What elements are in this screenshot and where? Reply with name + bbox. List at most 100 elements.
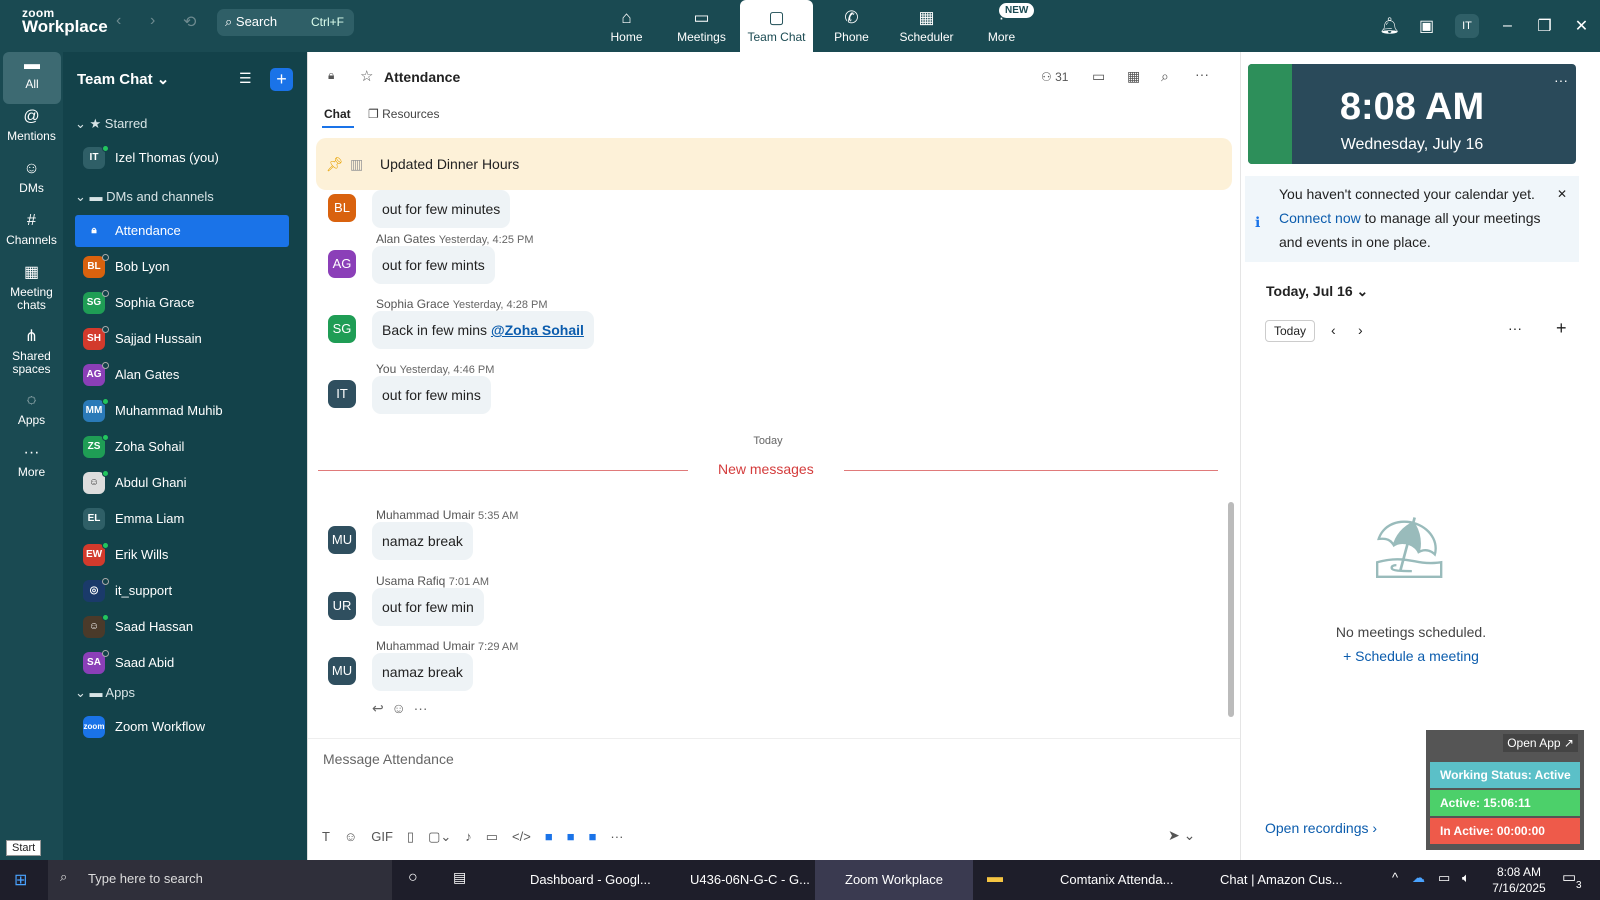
video-message-icon[interactable]: ▭ — [486, 829, 498, 845]
calendar-icon[interactable]: ▦ — [1127, 68, 1140, 85]
tray-chevron-icon[interactable]: ^ — [1392, 870, 1398, 885]
sidebar-item-izel-thomas[interactable]: IT Izel Thomas (you) — [75, 142, 289, 174]
rail-more[interactable]: ··· More — [0, 440, 63, 492]
section-starred[interactable]: ⌄ ★ Starred — [75, 116, 147, 132]
text-format-icon[interactable]: T — [322, 829, 330, 845]
more-icon[interactable]: ··· — [414, 700, 428, 716]
reply-icon[interactable]: ↩ — [372, 700, 384, 716]
widgets-icon[interactable]: ▤ — [453, 869, 466, 886]
tab-team-chat[interactable]: ▢ Team Chat — [740, 0, 813, 52]
day-selector[interactable]: Today, Jul 16 ⌄ — [1266, 283, 1368, 300]
sidebar-title[interactable]: Team Chat ⌄ — [77, 70, 169, 88]
new-chat-button[interactable]: + — [270, 68, 293, 91]
more-icon[interactable]: ··· — [1195, 66, 1209, 82]
search-box[interactable]: ⌕ Search Ctrl+F — [217, 9, 354, 36]
gif-icon[interactable]: GIF — [371, 829, 393, 845]
channel-title[interactable]: Attendance — [384, 69, 460, 85]
file-icon[interactable]: ▯ — [407, 829, 414, 845]
tab-home[interactable]: ⌂ Home — [590, 0, 663, 52]
restore-icon[interactable]: ❐ — [1526, 16, 1563, 36]
screenshot-icon[interactable]: ▢⌄ — [428, 829, 451, 845]
taskbar-app-zoom[interactable]: Zoom Workplace — [815, 860, 973, 900]
sidebar-item-sophia-grace[interactable]: SG Sophia Grace — [75, 287, 289, 319]
sidebar-item-zoha-sohail[interactable]: ZS Zoha Sohail — [75, 431, 289, 463]
taskbar-app-teams-chat[interactable]: Chat | Amazon Cus... — [1190, 860, 1343, 900]
app-icon[interactable]: ■ — [545, 829, 553, 845]
minimize-icon[interactable]: – — [1489, 17, 1526, 35]
volume-icon[interactable]: 🔈︎ — [1462, 870, 1470, 886]
app-icon[interactable]: ■ — [567, 829, 575, 845]
today-button[interactable]: Today — [1265, 320, 1316, 342]
sidebar-item-saad-abid[interactable]: SA Saad Abid — [75, 647, 289, 679]
taskbar-app-chrome-dashboard[interactable]: Dashboard - Googl... — [500, 860, 651, 900]
section-apps[interactable]: ⌄ ▬ Apps — [75, 685, 135, 701]
app-icon[interactable]: ■ — [589, 829, 597, 845]
emoji-icon[interactable]: ☺ — [344, 829, 357, 845]
more-icon[interactable]: ··· — [1554, 72, 1568, 88]
tab-meetings[interactable]: ▭ Meetings — [665, 0, 738, 52]
rail-meeting-chats[interactable]: ▦ Meeting chats — [0, 260, 63, 324]
network-icon[interactable]: ▭ — [1438, 870, 1450, 886]
more-icon[interactable]: ··· — [610, 829, 623, 845]
section-dms[interactable]: ⌄ ▬ DMs and channels — [75, 189, 214, 205]
schedule-meeting-link[interactable]: + Schedule a meeting — [1241, 648, 1581, 664]
taskbar-app-comtanix[interactable]: Comtanix Attenda... — [1030, 860, 1173, 900]
filter-icon[interactable]: ☰ — [239, 70, 252, 87]
taskbar-search[interactable]: ⌕ Type here to search — [48, 860, 392, 900]
sidebar-item-zoom-workflow[interactable]: zoom Zoom Workflow — [75, 711, 289, 743]
rail-dms[interactable]: ☺ DMs — [0, 156, 63, 208]
tab-resources[interactable]: ❐ Resources — [368, 107, 439, 121]
mention-link[interactable]: @Zoha Sohail — [491, 322, 584, 338]
open-app-button[interactable]: Open App ↗ — [1503, 734, 1578, 752]
sidebar-item-it-support[interactable]: ◎ it_support — [75, 575, 289, 607]
sidebar-item-emma-liam[interactable]: EL Emma Liam — [75, 503, 289, 535]
close-icon[interactable]: ✕ — [1563, 16, 1600, 36]
sidebar-item-alan-gates[interactable]: AG Alan Gates — [75, 359, 289, 391]
windows-start-icon[interactable]: ⊞ — [14, 870, 27, 890]
rail-all[interactable]: ▬ All — [3, 52, 61, 104]
forward-icon[interactable]: › — [150, 12, 155, 30]
open-recordings-link[interactable]: Open recordings › — [1265, 820, 1377, 836]
sidebar-item-attendance[interactable]: 🔒︎ Attendance — [75, 215, 289, 247]
rail-shared-spaces[interactable]: ⋔ Shared spaces — [0, 324, 63, 388]
taskbar-clock[interactable]: 8:08 AM 7/16/2025 — [1484, 864, 1554, 896]
rail-mentions[interactable]: @ Mentions — [0, 104, 63, 156]
sidebar-item-bob-lyon[interactable]: BL Bob Lyon — [75, 251, 289, 283]
pinned-message[interactable]: 📌︎ ▥ Updated Dinner Hours — [316, 138, 1232, 190]
search-icon[interactable]: ⌕ — [1161, 68, 1169, 85]
bell-icon[interactable]: 🔔︎ — [1371, 16, 1408, 36]
history-icon[interactable]: ⟲ — [183, 12, 196, 32]
tab-phone[interactable]: ✆ Phone — [815, 0, 888, 52]
sidebar-item-sajjad-hussain[interactable]: SH Sajjad Hussain — [75, 323, 289, 355]
message-composer[interactable]: Message Attendance T ☺ GIF ▯ ▢⌄ ♪ ▭ </> … — [308, 738, 1240, 860]
mic-icon[interactable]: ♪ — [465, 829, 472, 845]
task-view-icon[interactable]: ○ — [408, 869, 418, 887]
sidebar-item-abdul-ghani[interactable]: ☺ Abdul Ghani — [75, 467, 289, 499]
back-icon[interactable]: ‹ — [116, 12, 121, 30]
chevron-right-icon[interactable]: › — [1358, 322, 1363, 338]
file-explorer-icon[interactable]: ▬ — [987, 869, 1003, 887]
message-input[interactable]: Message Attendance — [323, 751, 454, 767]
star-icon[interactable]: ☆ — [360, 67, 373, 85]
taskbar-app-chrome-sheet[interactable]: U436-06N-G-C - G... — [660, 860, 810, 900]
more-icon[interactable]: ··· — [1508, 320, 1522, 336]
chevron-left-icon[interactable]: ‹ — [1331, 322, 1336, 338]
send-icon[interactable]: ➤ ⌄ — [1168, 827, 1195, 844]
sidebar-item-muhammad-muhib[interactable]: MM Muhammad Muhib — [75, 395, 289, 427]
onedrive-icon[interactable]: ☁ — [1412, 870, 1425, 886]
rail-channels[interactable]: # Channels — [0, 208, 63, 260]
sidebar-item-saad-hassan[interactable]: ☺ Saad Hassan — [75, 611, 289, 643]
close-icon[interactable]: ✕ — [1557, 182, 1567, 206]
connect-now-link[interactable]: Connect now — [1279, 210, 1361, 226]
code-icon[interactable]: </> — [512, 829, 531, 845]
members-button[interactable]: ⚇ 31 — [1041, 70, 1068, 84]
tab-scheduler[interactable]: ▦ Scheduler — [890, 0, 963, 52]
scrollbar[interactable] — [1228, 502, 1234, 717]
tab-chat[interactable]: Chat — [324, 107, 351, 121]
video-icon[interactable]: ▭ — [1092, 68, 1105, 85]
rail-apps[interactable]: ◌ Apps — [0, 388, 63, 440]
emoji-icon[interactable]: ☺ — [392, 700, 406, 716]
sidebar-item-erik-wills[interactable]: EW Erik Wills — [75, 539, 289, 571]
add-icon[interactable]: + — [1556, 318, 1567, 339]
notification-icon[interactable]: ▭ — [1562, 868, 1576, 886]
